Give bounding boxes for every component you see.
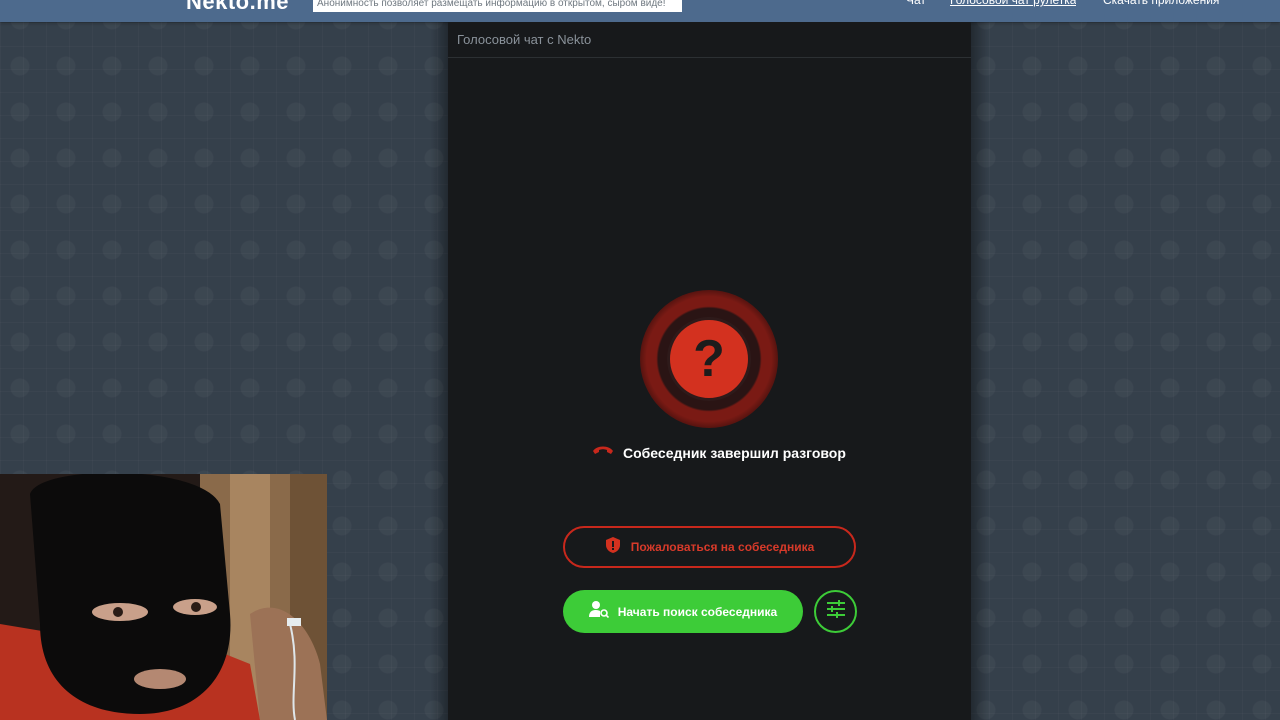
- tagline-banner: Анонимность позволяет размещать информац…: [313, 0, 682, 12]
- nav-link-download-apps[interactable]: Скачать приложения: [1103, 0, 1219, 8]
- nav-link-voice-roulette[interactable]: Голосовой чат рулетка: [950, 0, 1076, 8]
- panel-title: Голосовой чат с Nekto: [448, 22, 971, 58]
- status-text: Собеседник завершил разговор: [623, 445, 846, 461]
- hangup-phone-icon: [591, 444, 615, 463]
- panel-shadow-left: [430, 22, 448, 720]
- question-mark-icon: ?: [693, 330, 725, 388]
- nav-link-chat[interactable]: Чат: [906, 0, 926, 8]
- voice-chat-panel: Голосовой чат с Nekto ? Собеседник завер…: [448, 22, 971, 720]
- avatar-circle: ?: [667, 317, 751, 401]
- shield-alert-icon: [605, 536, 621, 559]
- webcam-overlay: [0, 474, 327, 720]
- call-status: Собеседник завершил разговор: [591, 442, 891, 464]
- filter-settings-button[interactable]: [814, 590, 857, 633]
- top-navbar: Nekto.me Анонимность позволяет размещать…: [0, 0, 1280, 22]
- panel-shadow-right: [971, 22, 989, 720]
- partner-avatar: ?: [640, 290, 778, 428]
- report-button[interactable]: Пожаловаться на собеседника: [563, 526, 856, 568]
- user-search-icon: [588, 600, 609, 623]
- report-button-label: Пожаловаться на собеседника: [630, 540, 815, 554]
- site-logo[interactable]: Nekto.me: [186, 0, 289, 13]
- start-search-label: Начать поиск собеседника: [617, 604, 778, 619]
- sliders-icon: [826, 600, 846, 623]
- start-search-button[interactable]: Начать поиск собеседника: [563, 590, 803, 633]
